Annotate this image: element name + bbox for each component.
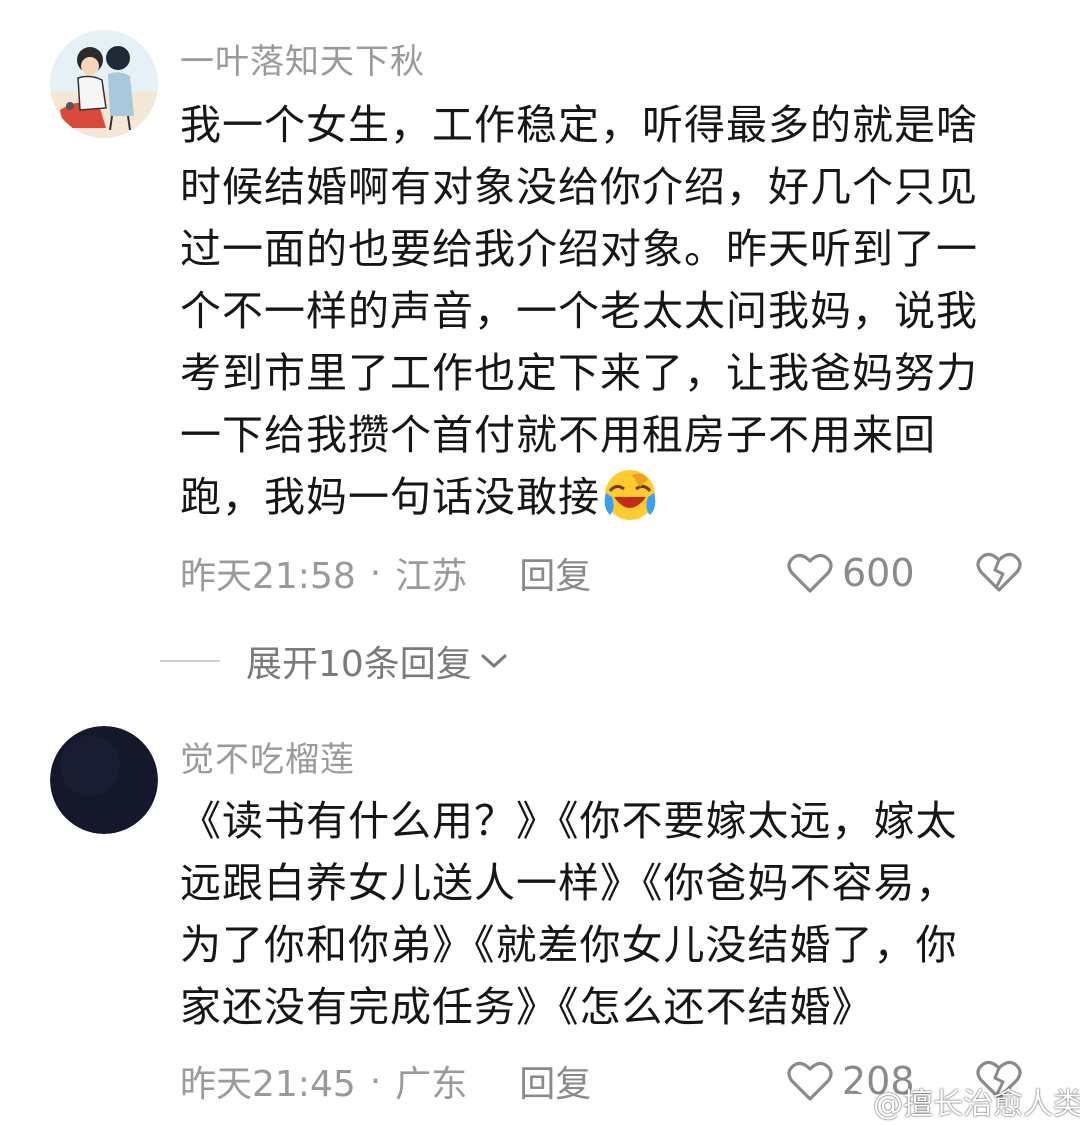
expand-replies-label: 展开10条回复: [246, 644, 472, 685]
comment-line: 一下给我攒个首付就不用租房子不用来回: [180, 411, 936, 459]
meta-separator: ·: [369, 1060, 382, 1102]
comment-line: 我一个女生，工作稳定，听得最多的就是啥: [180, 101, 978, 149]
comment-line: 《读书有什么用？》《你不要嫁太远，嫁太: [180, 797, 958, 845]
username[interactable]: 觉不吃榴莲: [180, 732, 355, 781]
expand-replies-button[interactable]: 展开10条回复: [160, 636, 508, 686]
divider: [160, 660, 220, 662]
comment-line: 为了你和你弟》《就差你女儿没结婚了，你: [180, 921, 958, 969]
comment-text: 《读书有什么用？》《你不要嫁太远，嫁太 远跟白养女儿送人一样》《你爸妈不容易， …: [180, 790, 1030, 1038]
comment-line-last: 跑，我妈一句话没敢接: [180, 466, 1030, 528]
dark-avatar-icon: [50, 726, 158, 834]
like-count: 600: [842, 551, 915, 595]
avatar[interactable]: [50, 30, 158, 138]
heart-icon: [787, 553, 833, 593]
crying-laughing-face-icon: [604, 470, 656, 520]
comment-line: 过一面的也要给我介绍对象。昨天听到了一: [180, 225, 978, 273]
reply-button[interactable]: 回复: [519, 547, 591, 599]
reply-button[interactable]: 回复: [519, 1055, 591, 1107]
username[interactable]: 一叶落知天下秋: [180, 34, 425, 83]
timestamp: 昨天21:45: [180, 1064, 356, 1105]
comment-line: 考到市里了工作也定下来了，让我爸妈努力: [180, 349, 978, 397]
comment-text: 我一个女生，工作稳定，听得最多的就是啥 时候结婚啊有对象没给你介绍，好几个只见 …: [180, 94, 1030, 528]
chevron-down-icon: [481, 654, 507, 668]
location: 江苏: [395, 556, 468, 597]
location: 广东: [395, 1064, 468, 1105]
watermark: @擅长治愈人类: [835, 1078, 1080, 1124]
comment-line: 远跟白养女儿送人一样》《你爸妈不容易，: [180, 859, 958, 907]
broken-heart-icon[interactable]: [975, 550, 1023, 594]
comment-meta: 昨天21:45 · 广东 回复: [180, 1056, 591, 1106]
timestamp: 昨天21:58: [180, 556, 356, 597]
weibo-logo-icon: [836, 1089, 868, 1115]
comment-line: 家还没有完成任务》《怎么还不结婚》: [180, 983, 874, 1031]
avatar[interactable]: [50, 726, 158, 834]
comment-line: 个不一样的声音，一个老太太问我妈，说我: [180, 287, 978, 335]
comment-meta: 昨天21:58 · 江苏 回复: [180, 548, 591, 598]
comment-line-text: 跑，我妈一句话没敢接: [180, 473, 600, 521]
watermark-text: @擅长治愈人类: [873, 1087, 1080, 1122]
cartoon-couple-avatar-icon: [50, 30, 158, 138]
meta-separator: ·: [369, 552, 382, 594]
heart-icon: [787, 1061, 833, 1101]
like-button[interactable]: 600: [786, 548, 915, 598]
comment-line: 时候结婚啊有对象没给你介绍，好几个只见: [180, 163, 978, 211]
